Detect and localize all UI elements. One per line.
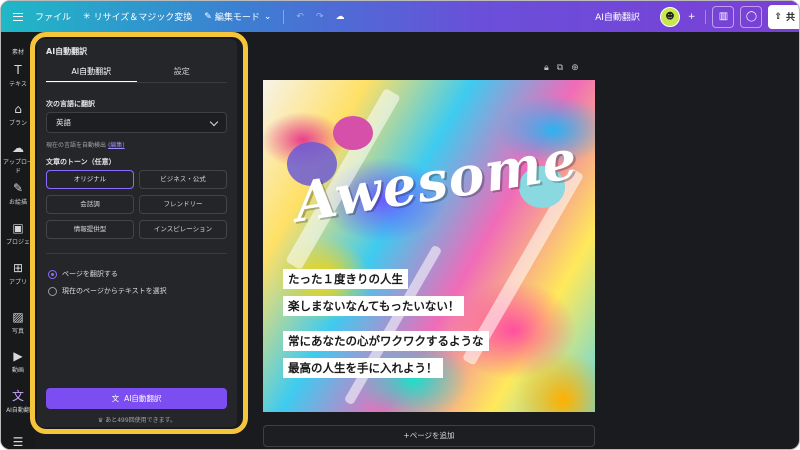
option-translate-page[interactable]: ページを翻訳する — [48, 269, 118, 279]
translate-icon: 文 — [111, 394, 120, 403]
divider — [283, 9, 285, 24]
design-canvas[interactable]: Awesome ! たった１度きりの人生 楽しまないなんてもったいない！ 常にあ… — [263, 80, 595, 412]
body-line[interactable]: 最高の人生を手に入れよう！ — [283, 358, 443, 378]
usage-remaining: ♛ あと499回使用できます。 — [97, 417, 177, 424]
tab-ai-translate[interactable]: AI自動翻訳 — [46, 63, 137, 83]
comment-icon: ◯ — [745, 11, 758, 22]
edit-language-link[interactable]: (編集) — [108, 142, 125, 149]
edit-mode-dropdown[interactable]: ✎ 編集モード ⌄ — [198, 1, 277, 32]
file-menu[interactable]: ファイル — [29, 1, 77, 32]
radio-unselected[interactable] — [48, 286, 57, 296]
rail-item-apps[interactable]: ⊞ アプリ — [1, 260, 35, 286]
video-icon: ▶ — [13, 349, 23, 363]
share-icon: ⇪ — [774, 11, 782, 22]
text-icon: T — [14, 63, 22, 77]
tone-conversational[interactable]: 会話調 — [46, 195, 134, 214]
page-tools: 🔒︎ ⧉ ⊕ — [544, 63, 579, 73]
rail-item-photo[interactable]: ▨ 写真 — [1, 309, 35, 335]
add-page-button[interactable]: +ページを追加 — [263, 425, 595, 447]
help-button[interactable]: ☰ — [1, 434, 35, 449]
top-bar-right: AI自動翻訳 ☻ + ▥ ◯ ⇪ 共 — [589, 1, 799, 32]
detect-language-text: 現在の言語を自動検出 (編集) — [46, 142, 125, 149]
translate-to-label: 次の言語に翻訳 — [46, 100, 95, 108]
body-line[interactable]: たった１度きりの人生 — [283, 269, 408, 289]
avatar[interactable]: ☻ — [659, 6, 680, 27]
tone-informative[interactable]: 情報提供型 — [46, 220, 134, 239]
chevron-down-icon — [209, 117, 219, 127]
insights-button[interactable]: ▥ — [712, 5, 735, 28]
duplicate-icon[interactable]: ⧉ — [557, 63, 563, 73]
apps-icon: ⊞ — [12, 261, 24, 275]
bar-chart-icon: ▥ — [718, 11, 729, 22]
rail-item-draw[interactable]: ✎ お絵描 — [1, 180, 35, 206]
ai-translate-panel: AI自動翻訳 AI自動翻訳 設定 次の言語に翻訳 英語 現在の言語を自動検出 (… — [37, 39, 237, 427]
rail-item-translate[interactable]: 文 AI自動翻 — [1, 388, 35, 414]
option-select-text[interactable]: 現在のページからテキストを選択 — [48, 286, 167, 296]
cloud-icon: ☁ — [335, 11, 345, 22]
redo-icon: ↷ — [315, 11, 324, 22]
tone-business[interactable]: ビジネス・公式 — [139, 170, 227, 189]
projects-icon: ▣ — [12, 221, 24, 235]
hamburger-icon — [13, 12, 23, 21]
undo-button[interactable]: ↶ — [290, 1, 310, 32]
body-line[interactable]: 楽しまないなんてもったいない！ — [283, 296, 465, 316]
document-title[interactable]: AI自動翻訳 — [589, 1, 646, 32]
cloud-save-button[interactable]: ☁ — [330, 1, 351, 32]
paint-splash — [333, 116, 373, 150]
share-button[interactable]: ⇪ 共 — [768, 4, 799, 29]
sparkle-icon: ✳ — [83, 11, 91, 22]
redo-button[interactable]: ↷ — [310, 1, 330, 32]
tab-settings[interactable]: 設定 — [137, 63, 228, 83]
tabs-underline — [46, 82, 227, 83]
section-divider — [46, 253, 227, 254]
draw-icon: ✎ — [12, 181, 24, 195]
tone-inspirational[interactable]: インスピレーション — [139, 220, 227, 239]
ai-translate-button[interactable]: 文 AI自動翻訳 — [46, 388, 227, 409]
brand-icon: ⌂ — [14, 102, 22, 116]
rail-item-projects[interactable]: ▣ プロジェ — [1, 220, 35, 246]
rail-item-upload[interactable]: ☁ アップロード — [1, 140, 35, 175]
left-rail: 素材 T テキス ⌂ ブラン ☁ アップロード ✎ お絵描 ▣ プロジェ ⊞ ア… — [1, 32, 35, 449]
lock-icon[interactable]: 🔒︎ — [544, 63, 549, 73]
radio-selected[interactable] — [48, 269, 57, 279]
app-window: ファイル ✳ リサイズ＆マジック変換 ✎ 編集モード ⌄ ↶ ↷ ☁ AI自動翻… — [0, 0, 800, 450]
help-icon: ☰ — [12, 435, 24, 449]
body-line[interactable]: 常にあなたの心がワクワクするような — [283, 331, 489, 351]
plus-icon: + — [687, 11, 696, 22]
menu-button[interactable] — [1, 1, 29, 32]
panel-title: AI自動翻訳 — [46, 47, 88, 56]
rail-item-elements[interactable]: 素材 — [1, 42, 35, 56]
resize-magic-button[interactable]: ✳ リサイズ＆マジック変換 — [77, 1, 198, 32]
tone-label: 文章のトーン（任意） — [46, 158, 116, 166]
language-select[interactable]: 英語 — [46, 112, 227, 133]
undo-icon: ↶ — [296, 11, 304, 22]
tone-friendly[interactable]: フレンドリー — [139, 195, 227, 214]
tone-original[interactable]: オリジナル — [46, 170, 134, 189]
chevron-down-icon: ⌄ — [263, 11, 272, 22]
language-value: 英語 — [56, 118, 71, 127]
divider — [705, 9, 707, 24]
pencil-icon: ✎ — [204, 11, 212, 22]
rail-item-brand[interactable]: ⌂ ブラン — [1, 101, 35, 127]
rail-item-video[interactable]: ▶ 動画 — [1, 348, 35, 374]
translate-icon: 文 — [11, 389, 24, 403]
panel-tabs: AI自動翻訳 設定 — [46, 63, 227, 83]
elements-icon — [10, 42, 26, 46]
upload-icon: ☁ — [12, 141, 24, 155]
top-bar: ファイル ✳ リサイズ＆マジック変換 ✎ 編集モード ⌄ ↶ ↷ ☁ AI自動翻… — [1, 1, 799, 32]
add-page-icon[interactable]: ⊕ — [571, 63, 579, 73]
comment-button[interactable]: ◯ — [740, 5, 763, 28]
photo-icon: ▨ — [12, 310, 24, 324]
rail-item-text[interactable]: T テキス — [1, 62, 35, 88]
add-collaborator-button[interactable]: + — [684, 1, 700, 32]
